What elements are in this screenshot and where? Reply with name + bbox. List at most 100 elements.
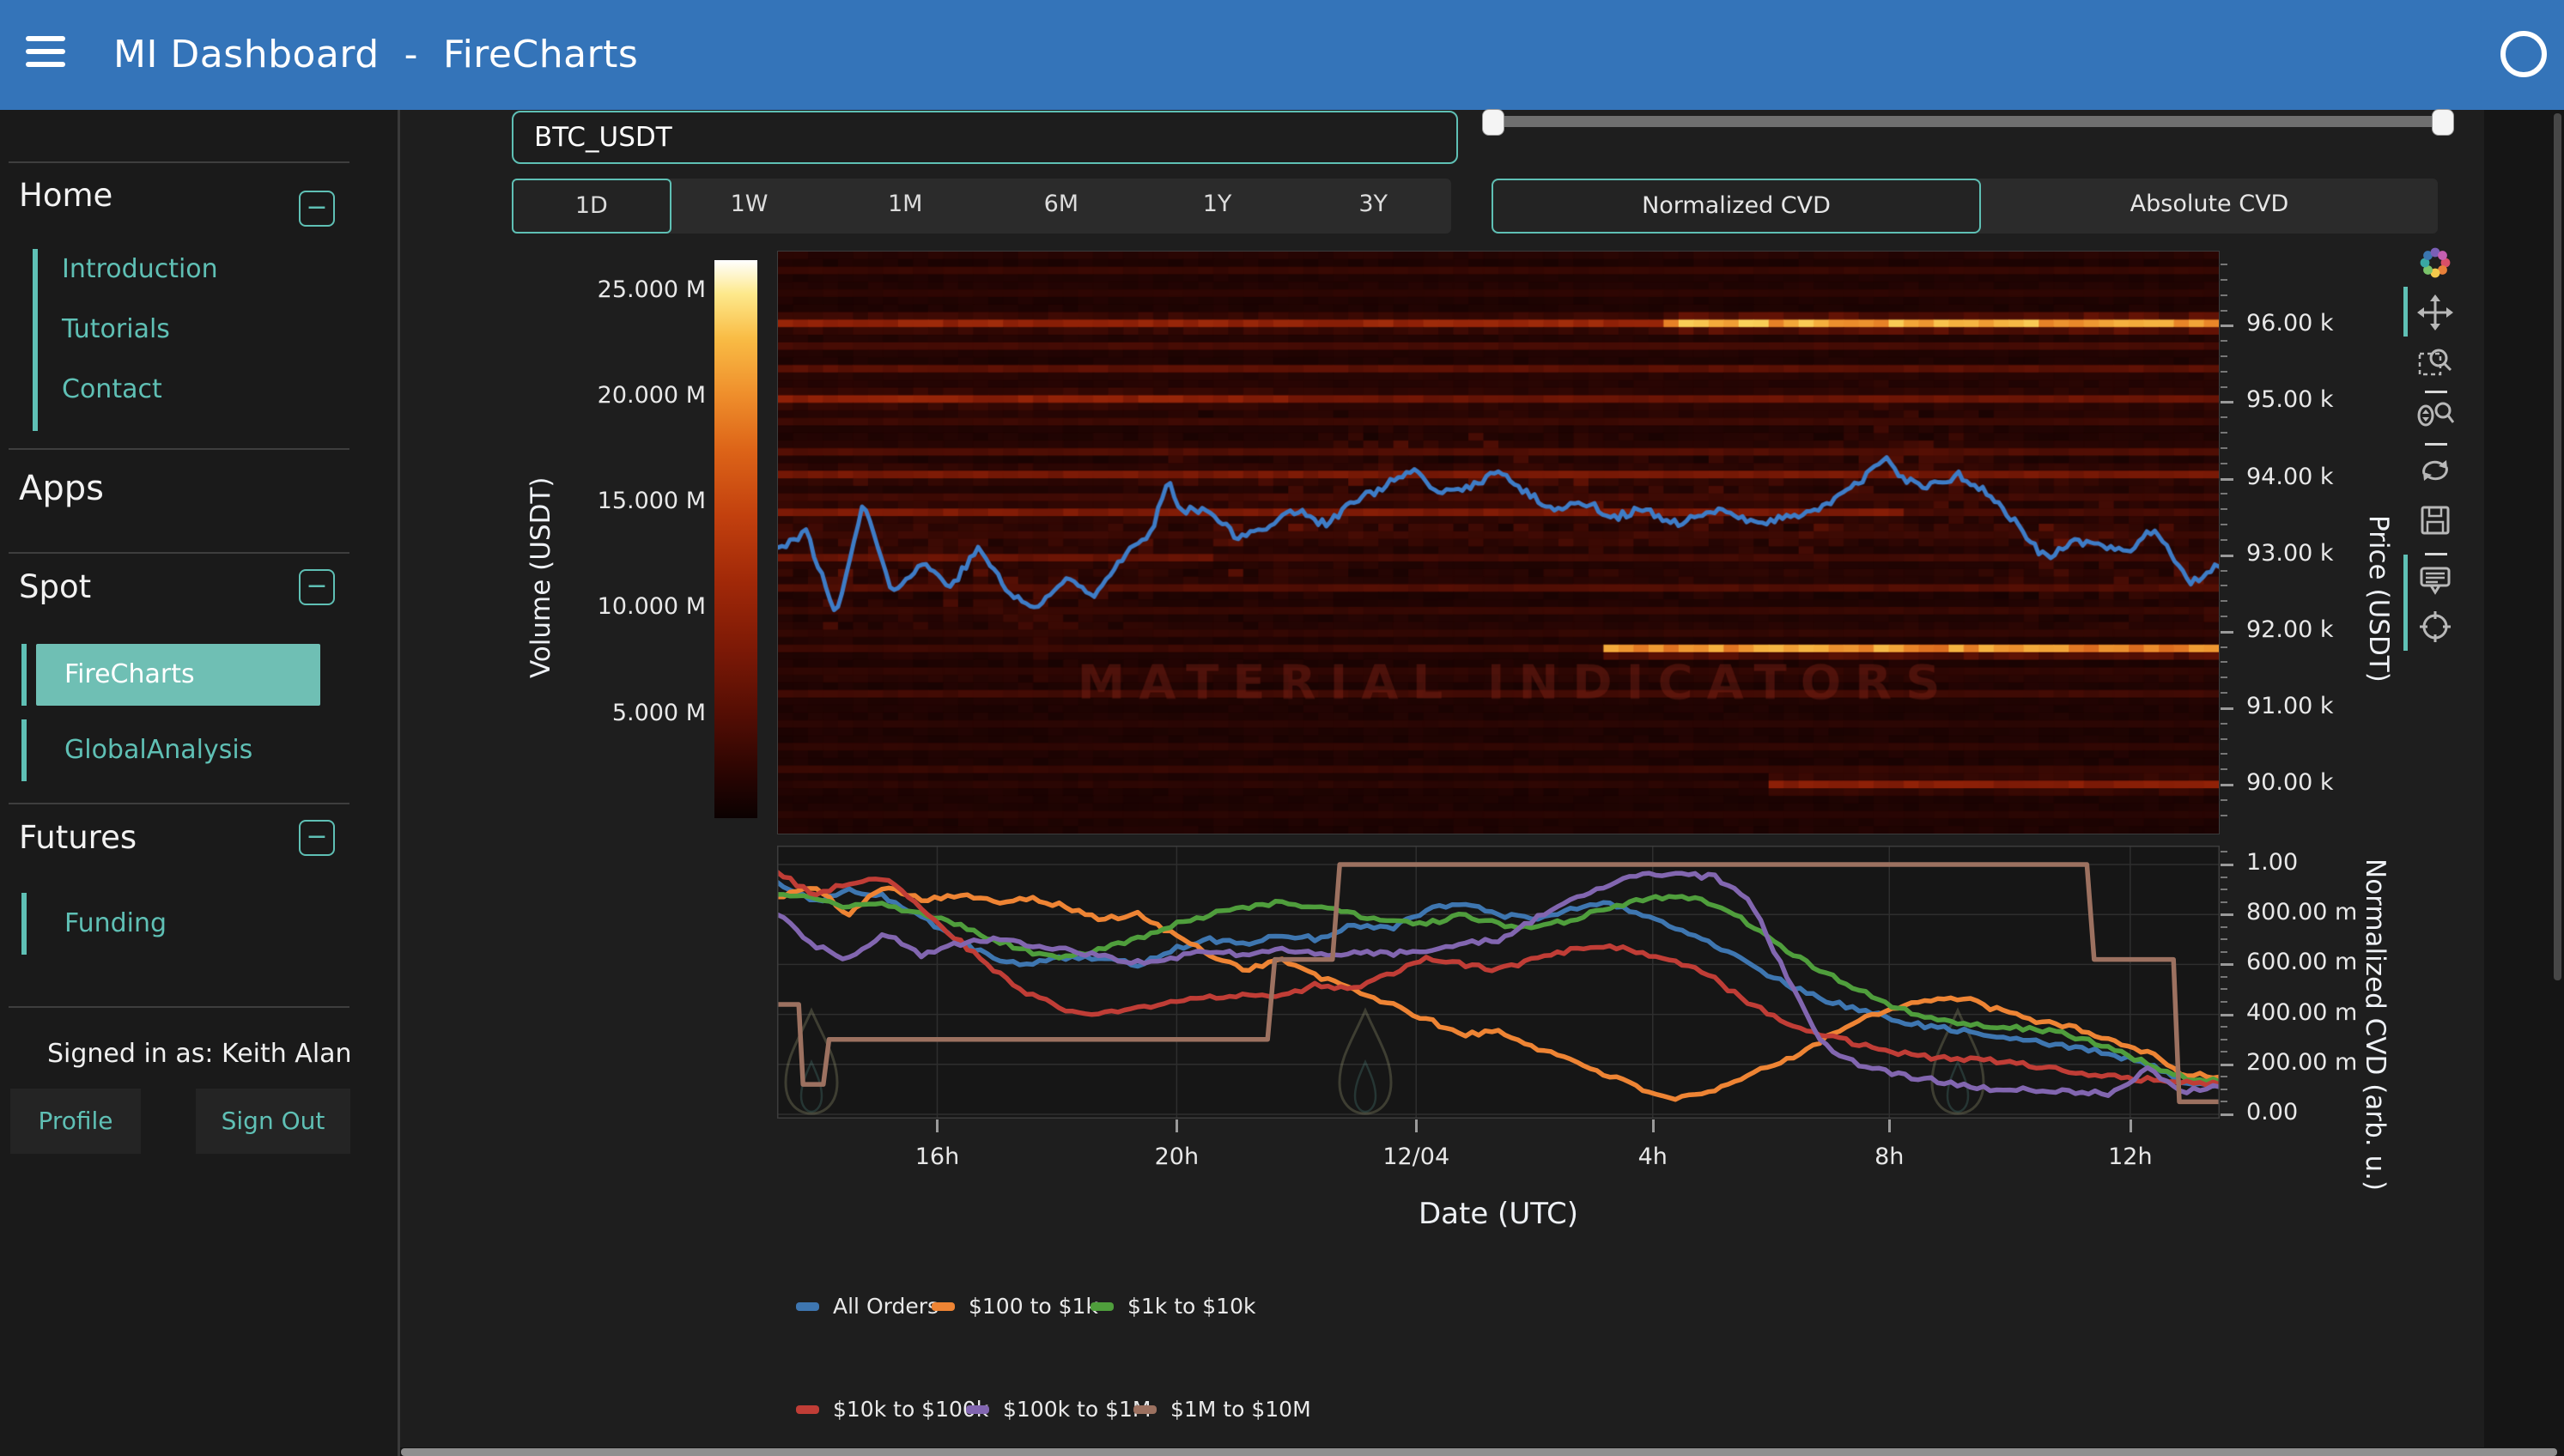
date-range-slider-track[interactable] xyxy=(1492,116,2443,127)
sidebar-item-globalanalysis[interactable]: GlobalAnalysis xyxy=(36,719,320,781)
time-range-1y[interactable]: 1Y xyxy=(1139,179,1296,234)
profile-button[interactable]: Profile xyxy=(10,1089,141,1154)
right-gutter xyxy=(2484,110,2564,1456)
heatmap-canvas[interactable] xyxy=(777,251,2220,834)
time-range-1d[interactable]: 1D xyxy=(512,179,671,234)
legend-swatch xyxy=(1133,1405,1157,1414)
legend-item[interactable]: $1M to $10M xyxy=(1133,1397,1311,1422)
sidebar-item-contact[interactable]: Contact xyxy=(62,374,162,404)
legend-item[interactable]: All Orders xyxy=(796,1294,939,1319)
slider-handle-left[interactable] xyxy=(1482,109,1504,136)
cvd-minor-tick xyxy=(2221,1076,2227,1077)
colorbar-tick-label: 15.000 M xyxy=(517,488,706,514)
legend-item[interactable]: $1k to $10k xyxy=(1091,1294,1255,1319)
sign-out-button[interactable]: Sign Out xyxy=(196,1089,350,1154)
modebar-group-divider xyxy=(2425,391,2447,393)
price-minor-tick xyxy=(2221,447,2227,449)
collapse-section-button[interactable]: − xyxy=(299,820,335,856)
date-tick-label: 8h xyxy=(1874,1144,1904,1170)
slider-handle-right[interactable] xyxy=(2432,109,2454,136)
volume-colorbar xyxy=(714,260,757,818)
cvd-axis-title: Normalized CVD (arb. u.) xyxy=(2360,858,2391,1191)
price-minor-tick xyxy=(2221,264,2227,265)
cvd-minor-tick xyxy=(2221,851,2227,852)
cvd-minor-tick xyxy=(2221,1051,2227,1053)
vertical-scrollbar[interactable] xyxy=(2554,113,2561,980)
price-minor-tick xyxy=(2221,815,2227,816)
time-range-3y[interactable]: 3Y xyxy=(1295,179,1451,234)
cvd-minor-tick xyxy=(2221,1039,2227,1040)
top-bar: MI Dashboard - FireCharts xyxy=(0,0,2564,110)
legend-swatch xyxy=(796,1405,819,1414)
sidebar-section-title-spot: Spot xyxy=(19,568,91,605)
cvd-tick-label: 400.00 m xyxy=(2246,999,2357,1026)
price-minor-tick xyxy=(2221,799,2227,801)
cvd-tick-label: 0.00 xyxy=(2246,1099,2298,1125)
cvd-tick xyxy=(2221,864,2233,866)
cvd-mode-absolute[interactable]: Absolute CVD xyxy=(1981,179,2438,234)
price-minor-tick xyxy=(2221,753,2227,755)
date-tick xyxy=(2130,1119,2132,1132)
hamburger-menu-icon[interactable] xyxy=(26,36,65,72)
box-zoom-icon[interactable] xyxy=(2416,343,2454,381)
cvd-minor-tick xyxy=(2221,926,2227,928)
cvd-mode-toggle: Normalized CVDAbsolute CVD xyxy=(1492,179,2438,234)
cvd-minor-tick xyxy=(2221,889,2227,890)
cvd-minor-tick xyxy=(2221,1101,2227,1102)
circle-outline-icon[interactable] xyxy=(2500,31,2547,77)
pan-icon[interactable] xyxy=(2416,294,2454,331)
legend-label: $1M to $10M xyxy=(1170,1397,1311,1422)
cvd-minor-tick xyxy=(2221,1001,2227,1003)
save-icon[interactable] xyxy=(2416,501,2454,539)
autoscale-icon[interactable] xyxy=(2416,452,2454,489)
hover-tooltip-icon[interactable] xyxy=(2416,561,2454,599)
crosshair-icon[interactable] xyxy=(2416,608,2454,646)
sidebar-item-firecharts[interactable]: FireCharts xyxy=(36,644,320,706)
time-range-1m[interactable]: 1M xyxy=(827,179,983,234)
cvd-mode-normalized[interactable]: Normalized CVD xyxy=(1492,179,1981,234)
modebar-group-divider xyxy=(2425,553,2447,555)
sidebar-section-divider xyxy=(9,448,349,450)
date-tick-label: 16h xyxy=(915,1144,959,1170)
plotly-logo-icon[interactable] xyxy=(2416,244,2454,282)
date-tick xyxy=(1176,1119,1178,1132)
cvd-minor-tick xyxy=(2221,901,2227,903)
date-axis-title: Date (UTC) xyxy=(777,1197,2220,1231)
time-range-6m[interactable]: 6M xyxy=(983,179,1139,234)
sidebar-section-divider xyxy=(9,552,349,554)
legend-label: $1k to $10k xyxy=(1127,1294,1255,1319)
collapse-section-button[interactable]: − xyxy=(299,191,335,227)
date-tick-label: 12h xyxy=(2108,1144,2152,1170)
legend-item[interactable]: $100k to $1M xyxy=(966,1397,1151,1422)
cvd-tick xyxy=(2221,1113,2233,1116)
symbol-input[interactable] xyxy=(512,111,1458,164)
price-tick xyxy=(2221,325,2233,327)
horizontal-scrollbar[interactable] xyxy=(401,1448,2557,1456)
cvd-tick xyxy=(2221,1014,2233,1016)
sidebar-item-introduction[interactable]: Introduction xyxy=(62,254,218,284)
cvd-chart-svg[interactable] xyxy=(777,846,2220,1119)
colorbar-tick-label: 20.000 M xyxy=(517,382,706,409)
time-range-1w[interactable]: 1W xyxy=(671,179,828,234)
sidebar-section-divider xyxy=(9,803,349,804)
cvd-tick-label: 600.00 m xyxy=(2246,949,2357,975)
price-minor-tick xyxy=(2221,463,2227,464)
collapse-section-button[interactable]: − xyxy=(299,569,335,605)
date-tick-label: 20h xyxy=(1155,1144,1199,1170)
price-minor-tick xyxy=(2221,355,2227,357)
sidebar-item-funding[interactable]: Funding xyxy=(36,893,320,955)
legend-item[interactable]: $10k to $100k xyxy=(796,1397,988,1422)
price-minor-tick xyxy=(2221,508,2227,510)
price-minor-tick xyxy=(2221,768,2227,770)
date-tick xyxy=(1415,1119,1418,1132)
legend-swatch xyxy=(1091,1302,1114,1311)
sidebar-item-tutorials[interactable]: Tutorials xyxy=(62,314,170,344)
price-minor-tick xyxy=(2221,738,2227,740)
price-tick-label: 96.00 k xyxy=(2246,310,2334,337)
legend-item[interactable]: $100 to $1k xyxy=(932,1294,1098,1319)
modebar-active-indicator xyxy=(2403,287,2408,337)
colorbar-tick-label: 25.000 M xyxy=(517,276,706,303)
price-minor-tick xyxy=(2221,570,2227,572)
price-minor-tick xyxy=(2221,676,2227,678)
zoom-in-out-icon[interactable] xyxy=(2416,397,2454,434)
